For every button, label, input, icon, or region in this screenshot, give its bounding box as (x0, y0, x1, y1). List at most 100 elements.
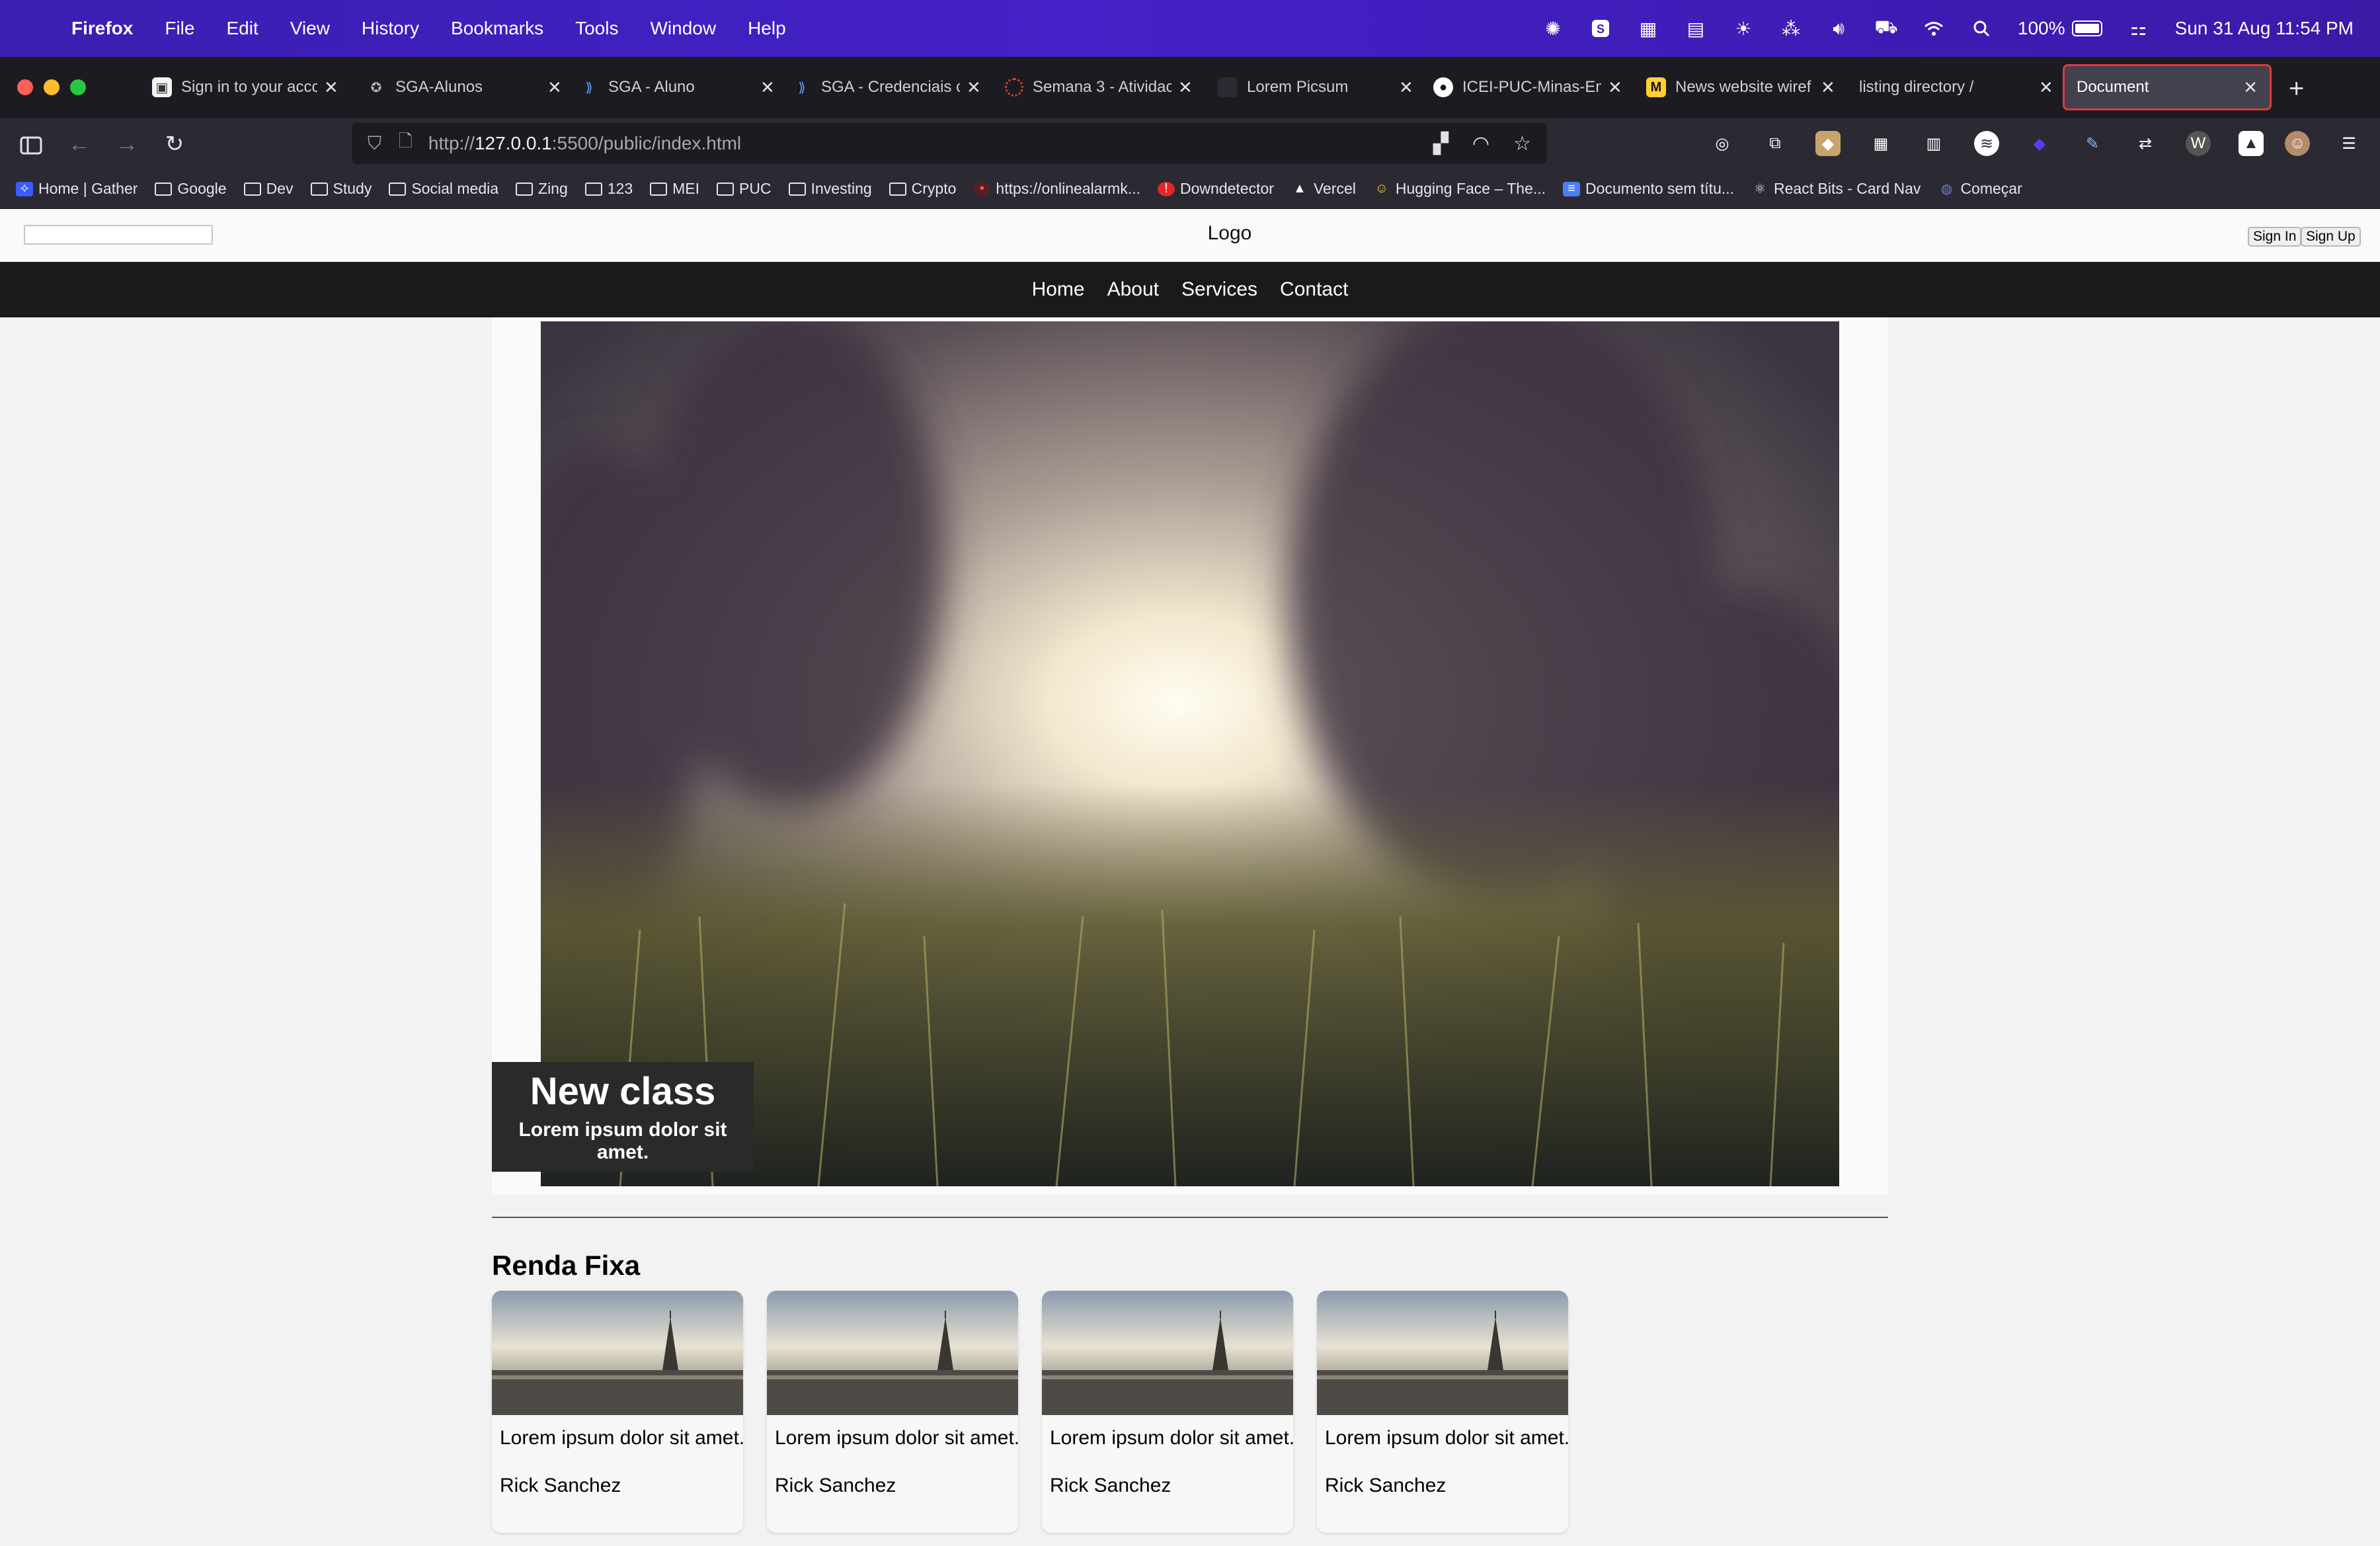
weather-icon[interactable]: ⁂ (1780, 19, 1802, 39)
menu-edit[interactable]: Edit (226, 18, 258, 39)
close-tab-icon[interactable]: ✕ (1608, 77, 1622, 98)
bookmark-folder[interactable]: Google (155, 180, 227, 198)
extension-layers-icon[interactable]: ≋ (1974, 131, 1999, 156)
minimize-window-button[interactable] (44, 79, 60, 95)
nav-link-home[interactable]: Home (1032, 278, 1085, 301)
bookmark-folder[interactable]: PUC (717, 180, 772, 198)
close-tab-icon[interactable]: ✕ (547, 77, 562, 98)
skype-icon[interactable]: S (1589, 19, 1612, 38)
bookmark-item[interactable]: ⚛ React Bits - Card Nav (1751, 180, 1921, 198)
extension-clipboard-icon[interactable]: ▥ (1921, 131, 1946, 156)
reader-mode-icon[interactable]: ◠ (1472, 132, 1489, 155)
extension-translate-icon[interactable]: ⇄ (2133, 131, 2158, 156)
tab-sga-alunos[interactable]: ✪ SGA-Alunos ✕ (366, 65, 562, 110)
bookmark-folder[interactable]: Dev (243, 180, 294, 198)
url-text[interactable]: http://127.0.0.1:5500/public/index.html (428, 133, 741, 154)
bookmark-folder[interactable]: 123 (584, 180, 633, 198)
extension-w-icon[interactable]: W (2186, 131, 2211, 156)
menu-window[interactable]: Window (650, 18, 716, 39)
article-card[interactable]: Lorem ipsum dolor sit amet. Rick Sanchez (1042, 1291, 1293, 1533)
menu-hamburger-icon[interactable]: ☰ (2336, 131, 2361, 156)
wifi-icon[interactable] (1923, 19, 1945, 38)
menu-tools[interactable]: Tools (575, 18, 618, 39)
bookmark-item[interactable]: ◍ Começar (1938, 180, 2022, 198)
extensions-puzzle-icon[interactable]: ⧉ (1763, 131, 1788, 156)
tab-lorem-picsum[interactable]: Lorem Picsum ✕ (1218, 65, 1413, 110)
extension-pen-icon[interactable]: ✎ (2080, 131, 2105, 156)
bookmark-folder[interactable]: Crypto (889, 180, 956, 198)
tab-news-wireframe[interactable]: M News website wiref ✕ (1646, 65, 1835, 110)
bookmark-star-icon[interactable]: ☆ (1513, 132, 1531, 155)
zoom-window-button[interactable] (70, 79, 86, 95)
sign-up-button[interactable]: Sign Up (2301, 227, 2361, 247)
extension-wallet-icon[interactable]: ◆ (1815, 131, 1841, 156)
close-tab-icon[interactable]: ✕ (324, 77, 338, 98)
battery-indicator[interactable]: 100% (2018, 18, 2102, 39)
menu-bookmarks[interactable]: Bookmarks (451, 18, 543, 39)
article-card[interactable]: Lorem ipsum dolor sit amet. Rick Sanchez (1317, 1291, 1568, 1533)
bookmark-item[interactable]: ✧ Home | Gather (16, 180, 138, 198)
bookmark-item[interactable]: ! Downdetector (1158, 180, 1274, 198)
menu-view[interactable]: View (290, 18, 330, 39)
bookmark-folder[interactable]: MEI (650, 180, 699, 198)
datetime[interactable]: Sun 31 Aug 11:54 PM (2175, 18, 2354, 39)
tab-sga-credenciais[interactable]: ⟫ SGA - Credenciais c ✕ (792, 65, 981, 110)
tab-sign-in[interactable]: ▣ Sign in to your acco ✕ (152, 65, 338, 110)
reload-button[interactable]: ↻ (161, 131, 188, 157)
sidebar-toggle-icon[interactable] (19, 131, 45, 157)
profile-avatar[interactable]: ☺ (2285, 131, 2310, 156)
page-info-icon[interactable]: 🗋︎ (399, 129, 413, 158)
back-button[interactable]: ← (66, 131, 93, 157)
forward-button[interactable]: → (114, 131, 140, 157)
openai-icon[interactable]: ✺ (1542, 19, 1564, 39)
bookmark-item[interactable]: ☺ Hugging Face – The... (1373, 180, 1546, 198)
menu-help[interactable]: Help (748, 18, 786, 39)
tab-listing-directory[interactable]: listing directory / ✕ (1859, 65, 2053, 110)
bookmark-folder[interactable]: Investing (788, 180, 872, 198)
new-tab-button[interactable]: + (2289, 74, 2304, 104)
extension-image-icon[interactable]: ▲ (2239, 131, 2264, 156)
spotlight-search-icon[interactable] (1970, 19, 1993, 38)
calendar-icon[interactable]: ▦ (1637, 19, 1659, 39)
brightness-icon[interactable]: ☀ (1732, 19, 1755, 39)
window-manager-icon[interactable]: ▤ (1685, 19, 1707, 39)
close-tab-icon[interactable]: ✕ (1821, 77, 1835, 98)
bookmark-folder[interactable]: Study (310, 180, 372, 198)
close-tab-icon[interactable]: ✕ (1178, 77, 1193, 98)
nav-link-about[interactable]: About (1107, 278, 1159, 301)
extension-grid-icon[interactable]: ▦ (1868, 131, 1893, 156)
extension-diamond-icon[interactable]: ◆ (2027, 131, 2052, 156)
tab-sga-aluno[interactable]: ⟫ SGA - Aluno ✕ (579, 65, 775, 110)
qr-code-icon[interactable]: ▞ (1433, 132, 1448, 155)
sign-in-button[interactable]: Sign In (2248, 227, 2302, 247)
bookmark-item[interactable]: • https://onlinealarmk... (973, 180, 1140, 198)
tab-semana-3[interactable]: Semana 3 - Atividac ✕ (1005, 65, 1193, 110)
car-icon[interactable]: ⛟ (1874, 17, 1897, 38)
bookmark-item[interactable]: ▲ Vercel (1291, 180, 1356, 198)
article-card[interactable]: Lorem ipsum dolor sit amet. Rick Sanchez (492, 1291, 743, 1533)
nav-link-contact[interactable]: Contact (1280, 278, 1348, 301)
nav-link-services[interactable]: Services (1181, 278, 1257, 301)
close-window-button[interactable] (17, 79, 33, 95)
bookmark-folder[interactable]: Social media (389, 180, 498, 198)
bookmark-folder[interactable]: Zing (516, 180, 568, 198)
menu-file[interactable]: File (165, 18, 194, 39)
bookmark-item[interactable]: ≡ Documento sem títu... (1563, 180, 1734, 198)
tracking-protection-icon[interactable]: ⛉ (368, 133, 381, 155)
tab-document-active[interactable]: Document ✕ (2063, 64, 2272, 110)
extension-account-icon[interactable]: ◎ (1710, 131, 1735, 156)
volume-icon[interactable]: 🔊︎ (1827, 18, 1850, 38)
card-description: Lorem ipsum dolor sit amet. (1050, 1427, 1293, 1449)
article-card[interactable]: Lorem ipsum dolor sit amet. Rick Sanchez (767, 1291, 1018, 1533)
close-tab-icon[interactable]: ✕ (1399, 77, 1413, 98)
close-tab-icon[interactable]: ✕ (2243, 77, 2258, 98)
menu-app-firefox[interactable]: Firefox (71, 18, 133, 39)
close-tab-icon[interactable]: ✕ (760, 77, 775, 98)
close-tab-icon[interactable]: ✕ (967, 77, 981, 98)
url-bar[interactable]: ⛉ 🗋︎ http://127.0.0.1:5500/public/index.… (352, 123, 1547, 164)
site-search-input[interactable] (24, 225, 213, 245)
menu-history[interactable]: History (362, 18, 419, 39)
close-tab-icon[interactable]: ✕ (2039, 77, 2053, 98)
control-center-icon[interactable]: ⚏ (2127, 19, 2150, 39)
tab-github[interactable]: ● ICEI-PUC-Minas-En ✕ (1433, 65, 1622, 110)
